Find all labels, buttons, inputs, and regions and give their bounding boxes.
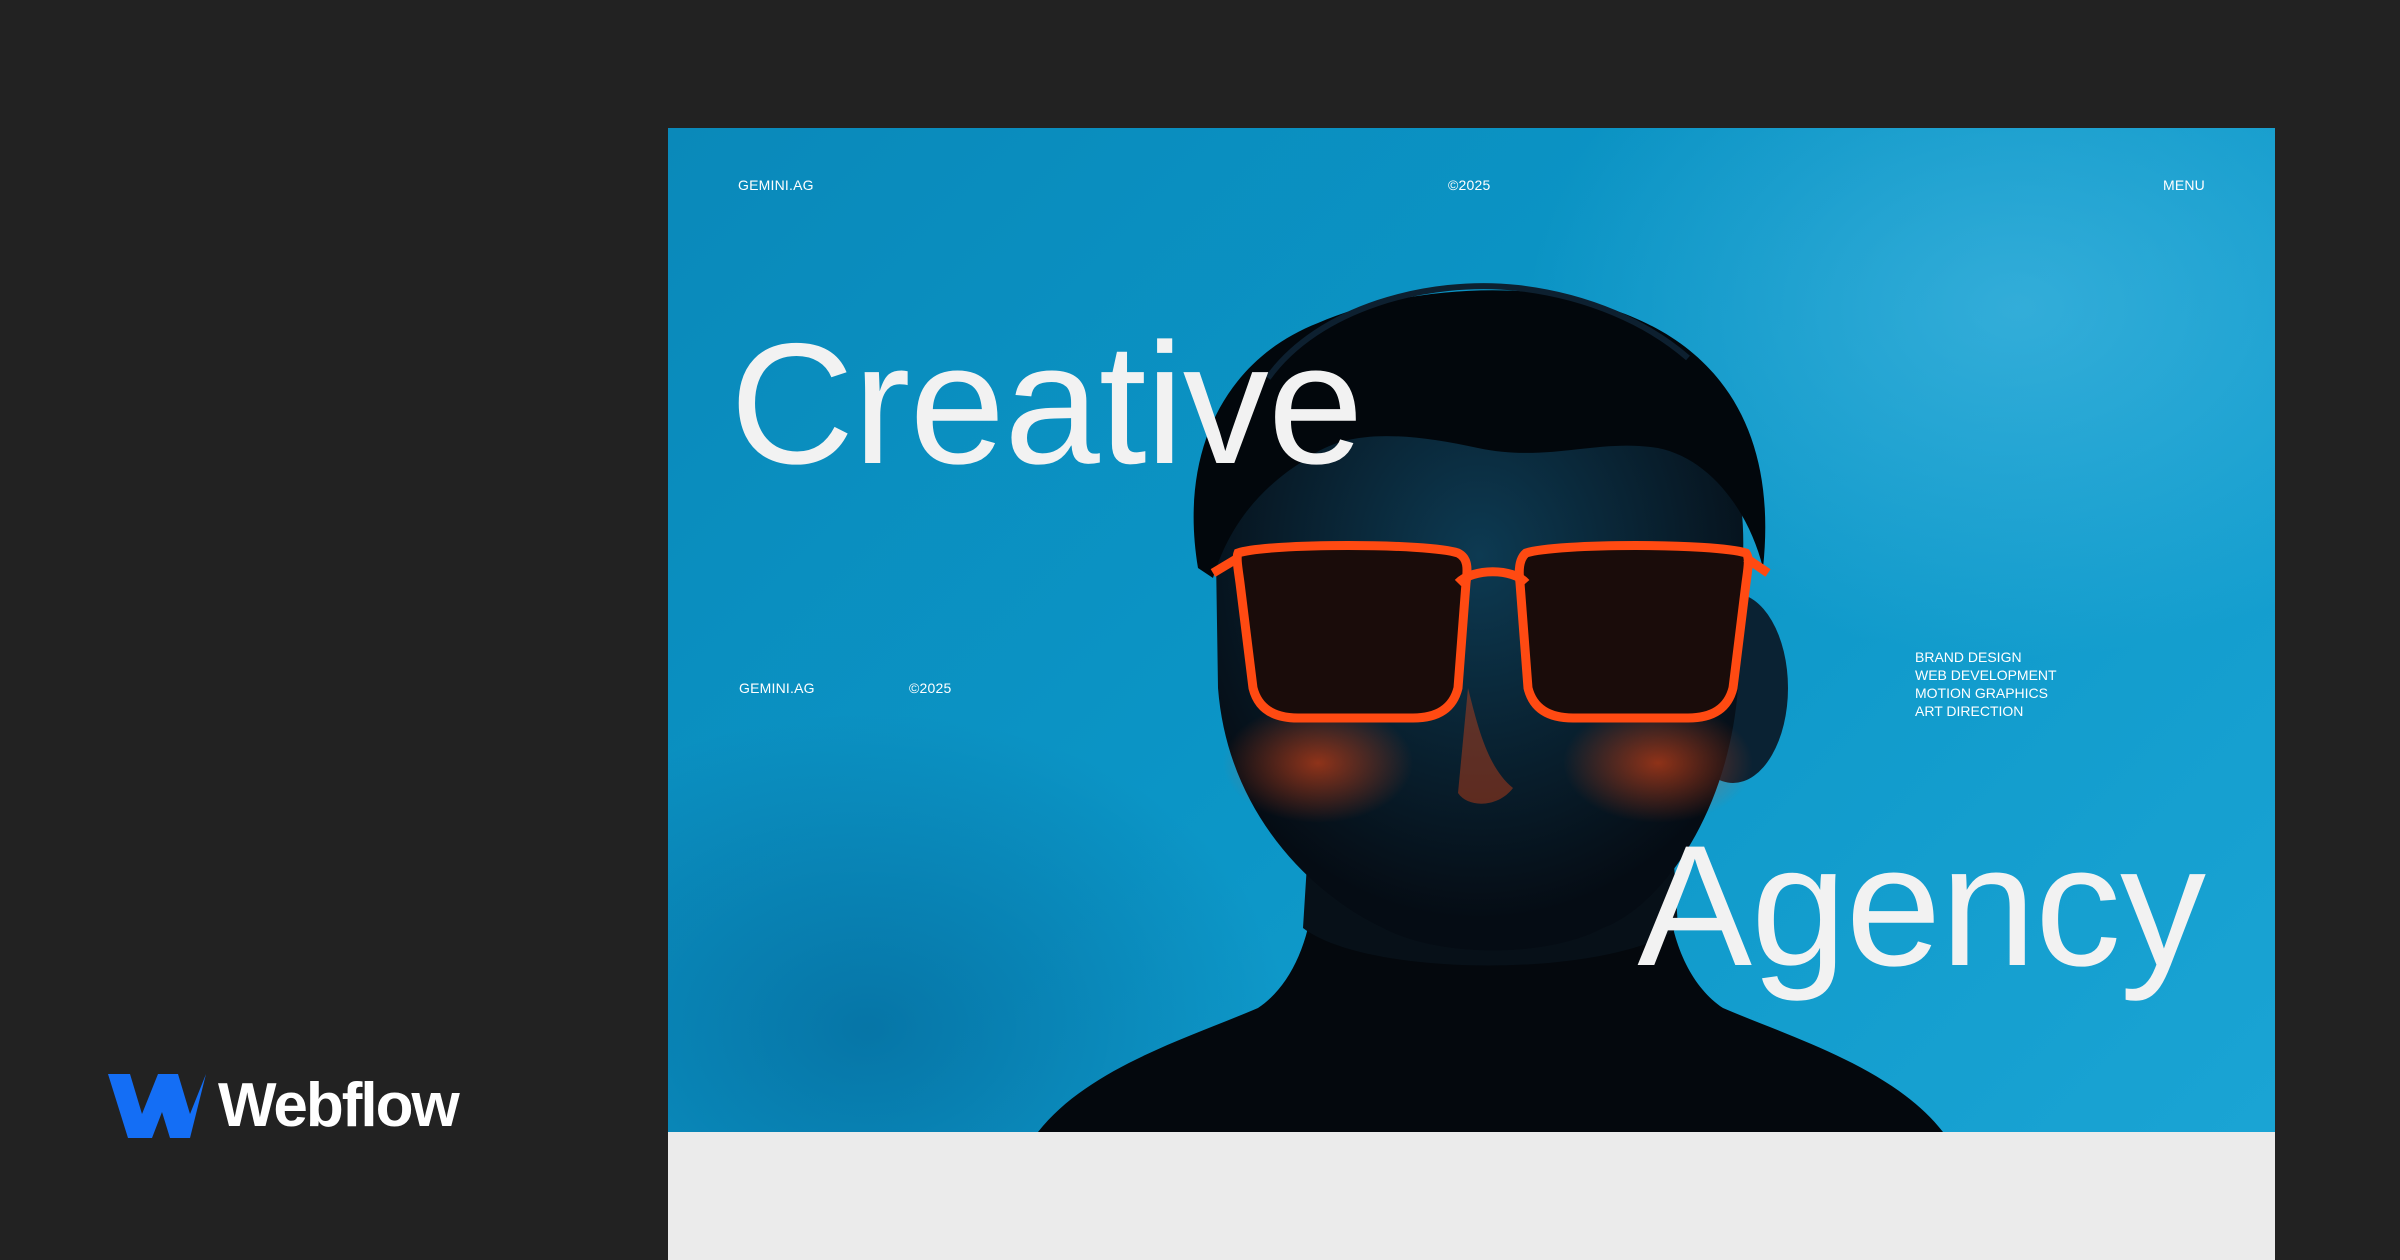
meta-year: ©2025 xyxy=(909,680,952,696)
nav-brand-link[interactable]: GEMINI.AG xyxy=(738,176,814,194)
services-list: BRAND DESIGN WEB DEVELOPMENT MOTION GRAP… xyxy=(1915,648,2057,720)
brand-name: Webflow xyxy=(218,1071,460,1140)
service-item-motion-graphics: MOTION GRAPHICS xyxy=(1915,685,2049,701)
service-item-brand-design: BRAND DESIGN xyxy=(1915,649,2022,665)
meta-brand: GEMINI.AG xyxy=(739,680,815,696)
next-section xyxy=(668,1132,2275,1260)
nav-year: ©2025 xyxy=(1448,177,1491,193)
service-item-art-direction: ART DIRECTION xyxy=(1915,703,2024,719)
website-preview: GEMINI.AG ©2025 MENU Creative GEMINI.AG … xyxy=(668,128,2275,1260)
hero-headline-creative: Creative xyxy=(730,308,1363,500)
service-item-web-development: WEB DEVELOPMENT xyxy=(1915,667,2057,683)
webflow-logo-icon xyxy=(108,1074,206,1138)
hero-section: GEMINI.AG ©2025 MENU Creative GEMINI.AG … xyxy=(668,128,2275,1132)
hero-headline-agency: Agency xyxy=(1637,810,2206,1002)
menu-button[interactable]: MENU xyxy=(2163,176,2205,194)
webflow-brand: Webflow xyxy=(108,1071,460,1140)
